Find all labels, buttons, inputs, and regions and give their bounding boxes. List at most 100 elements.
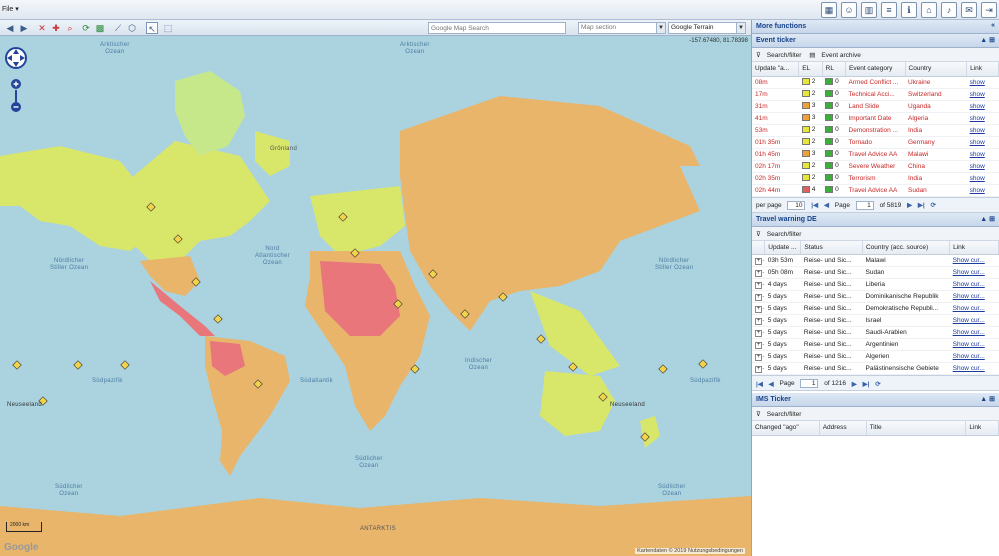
select-pointer-icon[interactable]: ↖ — [146, 22, 158, 34]
home-icon[interactable]: ⌂ — [921, 2, 937, 18]
next-page-icon[interactable]: ▶ — [907, 201, 912, 209]
travel-link-cell[interactable]: Show cur... — [949, 254, 999, 267]
show-current-link[interactable]: Show cur... — [953, 329, 985, 336]
show-current-link[interactable]: Show cur... — [953, 341, 985, 348]
column-header-link[interactable]: Link — [965, 421, 999, 436]
column-header-rl[interactable]: RL — [822, 62, 847, 77]
expand-icon[interactable]: + — [755, 281, 762, 289]
expand-row-cell[interactable]: + — [752, 326, 765, 339]
last-page-icon[interactable]: ▶| — [863, 380, 870, 388]
event-show-link[interactable]: show — [966, 124, 999, 137]
next-page-icon[interactable]: ▶ — [852, 380, 857, 388]
event-show-link[interactable]: show — [966, 112, 999, 125]
expand-icon[interactable]: + — [755, 365, 762, 373]
first-page-icon[interactable]: |◀ — [756, 380, 763, 388]
column-header-changed[interactable]: Changed "ago" — [752, 421, 820, 436]
bell-icon[interactable]: ♪ — [941, 2, 957, 18]
expand-row-cell[interactable]: + — [752, 290, 765, 303]
map-attribution[interactable]: Kartendaten © 2019 Nutzungsbedingungen — [635, 548, 745, 554]
expand-icon[interactable]: + — [755, 269, 762, 277]
refresh-icon[interactable]: ⟳ — [875, 380, 880, 388]
list-icon[interactable]: ≡ — [881, 2, 897, 18]
ims-search-filter-button[interactable]: Search/filter — [767, 411, 802, 418]
file-menu[interactable]: File ▾ — [2, 5, 19, 13]
prev-page-icon[interactable]: ◀ — [769, 380, 774, 388]
refresh-icon[interactable]: ⟳ — [80, 22, 92, 34]
show-link[interactable]: show — [970, 79, 985, 86]
show-link[interactable]: show — [970, 139, 985, 146]
event-show-link[interactable]: show — [966, 76, 999, 89]
page-number-input[interactable]: 1 — [855, 200, 874, 210]
table-row[interactable]: 02h 17m 2 0 Severe Weather China show — [752, 160, 999, 173]
show-link[interactable]: show — [970, 103, 985, 110]
show-link[interactable]: show — [970, 163, 985, 170]
column-header-update[interactable]: Update "a... — [752, 62, 800, 77]
mail-icon[interactable]: ✉ — [961, 2, 977, 18]
travel-link-cell[interactable]: Show cur... — [949, 326, 999, 339]
table-row[interactable]: 02h 35m 2 0 Terrorism India show — [752, 172, 999, 185]
travel-link-cell[interactable]: Show cur... — [949, 338, 999, 351]
show-link[interactable]: show — [970, 115, 985, 122]
column-header-link[interactable]: Link — [949, 240, 999, 255]
table-row[interactable]: +5 days Reise- und Sic... Demokratische Re… — [752, 302, 999, 315]
show-link[interactable]: show — [970, 127, 985, 134]
zoom-box-icon[interactable]: ⌕ — [64, 22, 76, 34]
page-number-input[interactable]: 1 — [800, 379, 819, 388]
back-arrow-icon[interactable]: ◀ — [4, 22, 16, 34]
user-icon[interactable]: ☺ — [841, 2, 857, 18]
measure-icon[interactable]: ⟋ — [112, 22, 124, 34]
collapse-ims-ticker-icon[interactable]: ▲ ⊞ — [980, 395, 995, 403]
column-header-event-category[interactable]: Event category — [845, 62, 906, 77]
polygon-icon[interactable]: ⬡ — [126, 22, 138, 34]
expand-row-cell[interactable]: + — [752, 338, 765, 351]
map-section-select[interactable]: Map section ▼ — [578, 22, 666, 34]
last-page-icon[interactable]: ▶| — [918, 201, 925, 209]
expand-icon[interactable]: + — [755, 353, 762, 361]
zoom-out-icon[interactable]: ✕ — [36, 22, 48, 34]
expand-row-cell[interactable]: + — [752, 266, 765, 279]
show-current-link[interactable]: Show cur... — [953, 281, 985, 288]
forward-arrow-icon[interactable]: ▶ — [18, 22, 30, 34]
select-area-icon[interactable]: ⬚ — [162, 22, 174, 34]
expand-icon[interactable]: + — [755, 329, 762, 337]
column-header-country[interactable]: Country (acc. source) — [862, 240, 951, 255]
collapse-event-ticker-icon[interactable]: ▲ ⊞ — [980, 36, 995, 44]
show-current-link[interactable]: Show cur... — [953, 353, 985, 360]
zoom-slider[interactable] — [15, 90, 17, 102]
expand-row-cell[interactable]: + — [752, 254, 765, 267]
refresh-icon[interactable]: ⟳ — [931, 201, 936, 209]
show-link[interactable]: show — [970, 91, 985, 98]
show-current-link[interactable]: Show cur... — [953, 365, 985, 372]
logout-icon[interactable]: ⇥ — [981, 2, 997, 18]
expand-icon[interactable]: + — [755, 317, 762, 325]
show-current-link[interactable]: Show cur... — [953, 257, 985, 264]
table-row[interactable]: 53m 2 0 Demonstration ... India show — [752, 124, 999, 137]
pan-control-icon[interactable] — [5, 47, 27, 69]
table-row[interactable]: +5 days Reise- und Sic... Algerien Show cur… — [752, 350, 999, 363]
collapse-panel-icon[interactable]: « — [991, 22, 995, 29]
column-header-el[interactable]: EL — [798, 62, 823, 77]
event-show-link[interactable]: show — [966, 160, 999, 173]
show-current-link[interactable]: Show cur... — [953, 305, 985, 312]
travel-link-cell[interactable]: Show cur... — [949, 350, 999, 363]
travel-search-filter-button[interactable]: Search/filter — [767, 231, 802, 238]
collapse-travel-warning-icon[interactable]: ▲ ⊞ — [980, 215, 995, 223]
building-icon[interactable]: ▥ — [861, 2, 877, 18]
table-row[interactable]: +5 days Reise- und Sic... Argentinien Show … — [752, 338, 999, 351]
expand-icon[interactable]: + — [755, 305, 762, 313]
table-row[interactable]: +05h 08m Reise- und Sic... Sudan Show cur..… — [752, 266, 999, 279]
event-show-link[interactable]: show — [966, 172, 999, 185]
event-show-link[interactable]: show — [966, 100, 999, 113]
map-search-input[interactable] — [428, 22, 566, 34]
show-current-link[interactable]: Show cur... — [953, 317, 985, 324]
table-row[interactable]: 31m 3 0 Land Slide Uganda show — [752, 100, 999, 113]
map-view-icon[interactable]: ▦ — [821, 2, 837, 18]
table-row[interactable]: 41m 3 0 Important Date Algeria show — [752, 112, 999, 125]
table-row[interactable]: +5 days Reise- und Sic... Saudi-Arabien Sho… — [752, 326, 999, 339]
table-row[interactable]: +5 days Reise- und Sic... Dominikanische R… — [752, 290, 999, 303]
event-show-link[interactable]: show — [966, 148, 999, 161]
travel-link-cell[interactable]: Show cur... — [949, 314, 999, 327]
table-row[interactable]: +5 days Reise- und Sic... Israel Show cur..… — [752, 314, 999, 327]
travel-link-cell[interactable]: Show cur... — [949, 362, 999, 375]
table-row[interactable]: 02h 44m 4 0 Travel Advice AA Sudan show — [752, 184, 999, 197]
